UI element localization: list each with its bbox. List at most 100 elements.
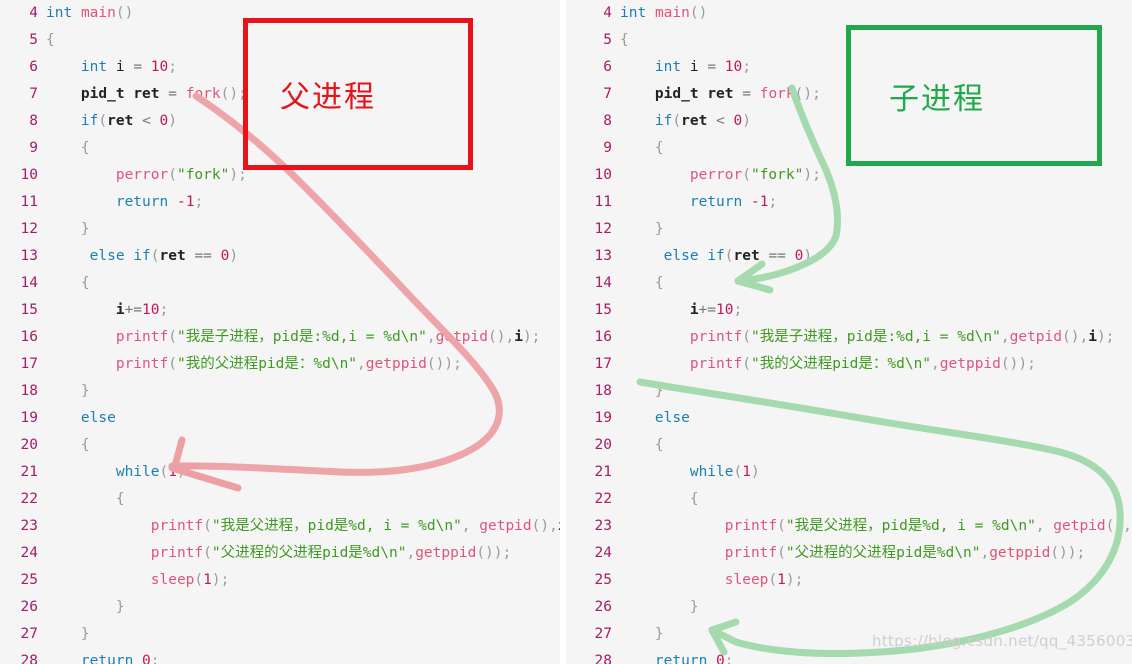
code-line-source: printf("我的父进程pid是：%d\n",getppid()); [46,351,462,378]
code-line-source: else [46,405,116,432]
code-token: getppid [939,356,1001,372]
code-token: ( [777,545,786,561]
line-number: 7 [29,86,38,102]
line-number: 10 [20,167,38,183]
code-token: ( [203,518,212,534]
line-number: 16 [20,329,38,345]
parent-process-label: 父进程 [280,80,376,115]
code-token: } [620,383,664,399]
code-token: ( [742,356,751,372]
code-line-source: return -1; [620,189,777,216]
code-token: , [1000,329,1010,345]
code-token: int [620,5,647,21]
code-line: 4 int main() [566,0,1132,27]
code-token: ( [742,329,751,345]
code-token: ()); [426,356,462,372]
code-line-source: } [620,216,664,243]
code-token: "我是子进程，pid是:%d,i = %d\n" [176,329,427,345]
code-token: else [89,248,125,264]
code-line-source: printf("父进程的父进程pid是%d\n",getppid()); [46,540,511,567]
code-token: , [461,518,480,534]
code-line: 25 sleep(1); [0,567,560,594]
line-number: 20 [594,437,612,453]
child-process-annotation-box: 子进程 [846,25,1102,166]
code-line-source: { [46,270,90,297]
code-token: { [620,275,664,291]
code-token: i [115,302,125,318]
code-token: < [716,113,725,129]
code-token: i [681,59,708,75]
code-line: 13 else if(ret == 0) [566,243,1132,270]
code-token: () [1062,329,1080,345]
code-line: 14 { [566,270,1132,297]
code-line: 10 perror("fork"); [566,162,1132,189]
code-token: ); [803,167,821,183]
line-number: 15 [594,302,612,318]
code-token: { [620,32,629,48]
code-token: 10 [142,302,160,318]
code-token: else [663,248,699,264]
code-token: { [46,32,55,48]
code-line-source: printf("我的父进程pid是：%d\n",getppid()); [620,351,1036,378]
code-token: if [133,248,151,264]
code-token: } [46,221,90,237]
code-token: ; [194,194,204,210]
code-token: ) [176,464,186,480]
line-number: 8 [603,113,612,129]
code-token: int [46,5,73,21]
line-number: 23 [594,518,612,534]
code-line-source: perror("fork"); [620,162,821,189]
code-token: int [80,59,108,75]
code-line-source: perror("fork"); [46,162,247,189]
code-token: -1 [176,194,195,210]
code-token: return [115,194,169,210]
code-line-source: printf("父进程的父进程pid是%d\n",getppid()); [620,540,1085,567]
code-token: ( [194,572,204,588]
code-token: else [654,410,690,426]
line-number: 13 [594,248,612,264]
code-token: "我是父进程，pid是%d, i = %d\n" [785,518,1036,534]
code-token: () [1105,518,1124,534]
code-token: ; [168,59,177,75]
line-number: 9 [603,140,612,156]
line-number: 6 [29,59,38,75]
code-token: { [620,140,664,156]
code-token: if [654,113,673,129]
code-line: 15 i+=10; [566,297,1132,324]
code-token: "我是子进程，pid是:%d,i = %d\n" [750,329,1001,345]
code-line: 20 { [566,432,1132,459]
code-token: printf [689,356,743,372]
code-token: < [142,113,151,129]
code-line-source: sleep(1); [620,567,804,594]
line-number: 12 [594,221,612,237]
code-token: if [80,113,99,129]
code-token: getppid [365,356,427,372]
code-token: "fork" [750,167,804,183]
code-token: ret [733,248,760,264]
line-number: 10 [594,167,612,183]
code-line: 13 else if(ret == 0) [0,243,560,270]
code-line: 19 else [0,405,560,432]
line-number: 17 [594,356,612,372]
code-line-source: { [620,270,664,297]
code-line-source: printf("我是子进程，pid是:%d,i = %d\n",getpid()… [46,324,541,351]
code-token: perror [115,167,169,183]
code-token: printf [689,329,743,345]
code-token: , [357,356,366,372]
line-number: 8 [29,113,38,129]
code-line-source: { [46,486,125,513]
code-token: , [1079,329,1089,345]
